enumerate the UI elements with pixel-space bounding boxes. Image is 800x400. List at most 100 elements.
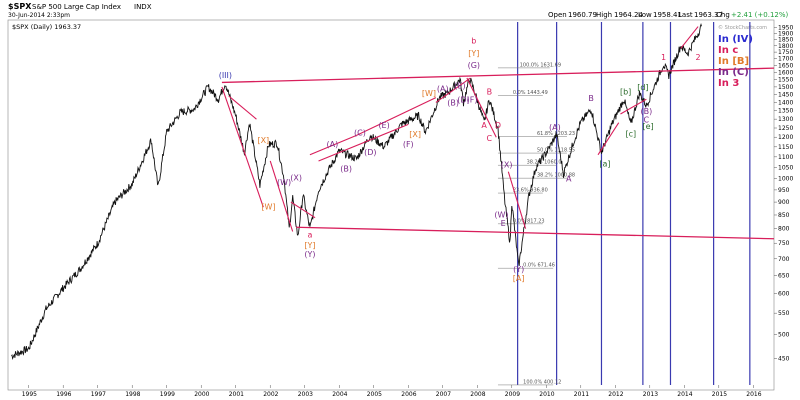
wave-label: [A] — [513, 274, 525, 283]
x-tick-label: 1995 — [22, 391, 37, 398]
wave-label: [a] — [599, 159, 610, 168]
x-tick-label: 2016 — [746, 391, 761, 398]
x-tick-label: 2007 — [436, 391, 451, 398]
wave-label: B — [487, 88, 493, 97]
y-tick-label: 1300 — [778, 116, 793, 123]
y-tick-label: 650 — [778, 272, 790, 279]
wave-label: [W] — [261, 203, 275, 212]
wave-label: [X] — [257, 136, 269, 145]
wave-label: [b] — [620, 88, 631, 97]
y-axis-ticks: 450 500 550 600 650 700 750 800 850 900 950 1000 105… — [774, 25, 793, 362]
y-tick-label: 1750 — [778, 49, 793, 56]
wave-label: (E) — [454, 81, 465, 90]
wave-label: [X] — [409, 130, 421, 139]
y-tick-label: 900 — [778, 199, 790, 206]
wave-label: (A) — [437, 84, 449, 93]
x-tick-label: 2015 — [712, 391, 727, 398]
chg-label: Chg — [716, 11, 730, 19]
y-tick-label: 1200 — [778, 134, 793, 141]
y-tick-label: 1400 — [778, 99, 793, 106]
x-tick-label: 1998 — [125, 391, 140, 398]
y-tick-label: 1650 — [778, 62, 793, 69]
x-tick-label: 2006 — [401, 391, 416, 398]
x-tick-label: 1999 — [160, 391, 175, 398]
wave-label: (C) — [354, 128, 366, 137]
wave-label: (X) — [501, 160, 513, 169]
x-tick-label: 2001 — [229, 391, 244, 398]
chg-value: +2.41 (+0.12%) — [731, 11, 789, 19]
x-tick-label: 2008 — [470, 391, 485, 398]
fib-level-label: 0.0% 671.46 — [523, 263, 555, 269]
y-tick-label: 1350 — [778, 108, 793, 115]
wave-label: [W] — [422, 89, 436, 98]
wave-label: (F) — [403, 140, 414, 149]
y-tick-label: 950 — [778, 187, 790, 194]
fib-level-label: 0.0% 1443.49 — [513, 90, 548, 96]
wave-label: (A) — [549, 123, 561, 132]
x-tick-label: 2000 — [194, 391, 209, 398]
y-tick-label: 500 — [778, 332, 790, 339]
y-tick-label: 550 — [778, 310, 790, 317]
y-tick-label: 1550 — [778, 76, 793, 83]
fib-level-label: 0.0% 817.23 — [513, 218, 545, 224]
ticker-symbol: $SPX — [8, 2, 32, 11]
open-label: Open — [548, 11, 567, 19]
y-tick-label: 1600 — [778, 69, 793, 76]
wave-label: (Y) — [513, 265, 524, 274]
open-value: 1960.79 — [568, 11, 597, 19]
y-tick-label: 1700 — [778, 56, 793, 63]
y-tick-label: 1000 — [778, 175, 793, 182]
wave-label: a — [307, 230, 312, 239]
wave-label: (III) — [219, 71, 232, 80]
last-label: Last — [678, 11, 693, 19]
wave-label: [d] — [637, 83, 648, 92]
wave-label: (B) — [640, 107, 652, 116]
wave-label: [c] — [625, 129, 636, 138]
wave-label: D — [495, 121, 501, 130]
wave-label: A — [566, 175, 572, 184]
price-chart: $SPX S&P 500 Large Cap Index INDX 30-Jun… — [7, 2, 793, 398]
x-tick-label: 2014 — [677, 391, 692, 398]
wave-label: (D) — [364, 148, 376, 157]
wave-label: (B) — [340, 165, 352, 174]
y-tick-label: 800 — [778, 226, 790, 233]
x-tick-label: 1997 — [91, 391, 106, 398]
legend-entry: In 3 — [718, 78, 739, 89]
wave-label: B — [588, 94, 594, 103]
y-tick-label: 1150 — [778, 144, 793, 151]
series-title: $SPX (Daily) 1963.37 — [12, 23, 81, 31]
legend-entry: In (C) — [718, 67, 749, 78]
y-tick-label: 850 — [778, 212, 790, 219]
wave-label: (G) — [468, 61, 480, 70]
x-tick-label: 2013 — [643, 391, 658, 398]
y-tick-label: 1050 — [778, 164, 793, 171]
legend-entry: In c — [718, 45, 738, 56]
x-tick-label: 2010 — [539, 391, 554, 398]
wave-label: 2 — [696, 53, 701, 62]
y-tick-label: 1950 — [778, 25, 793, 32]
low-label: Low — [638, 11, 652, 19]
y-tick-label: 1450 — [778, 92, 793, 99]
wave-label: (W) — [277, 178, 291, 187]
x-tick-label: 2009 — [505, 391, 520, 398]
wave-label: b — [471, 36, 476, 45]
y-tick-label: 1100 — [778, 154, 793, 161]
wave-label: A — [481, 121, 487, 130]
y-tick-label: 450 — [778, 355, 790, 362]
fib-level-label: 100.0% 400.12 — [523, 379, 561, 385]
y-tick-label: 750 — [778, 240, 790, 247]
wave-label: (E) — [378, 121, 389, 130]
wave-label: E — [501, 219, 506, 228]
wave-label: C — [487, 134, 493, 143]
index-name: S&P 500 Large Cap Index — [32, 3, 121, 11]
date-stamp: 30-Jun-2014 2:33pm — [8, 12, 70, 19]
y-tick-label: 1850 — [778, 37, 793, 44]
x-tick-label: 2011 — [574, 391, 589, 398]
chart-root: $SPX S&P 500 Large Cap Index INDX 30-Jun… — [0, 0, 800, 400]
x-tick-label: 2002 — [263, 391, 278, 398]
fib-level-label: 50.0% 1118.55 — [537, 148, 575, 154]
watermark: © StockCharts.com — [718, 24, 767, 31]
x-tick-label: 2003 — [298, 391, 313, 398]
x-tick-label: 2012 — [608, 391, 623, 398]
y-tick-label: 1250 — [778, 125, 793, 132]
